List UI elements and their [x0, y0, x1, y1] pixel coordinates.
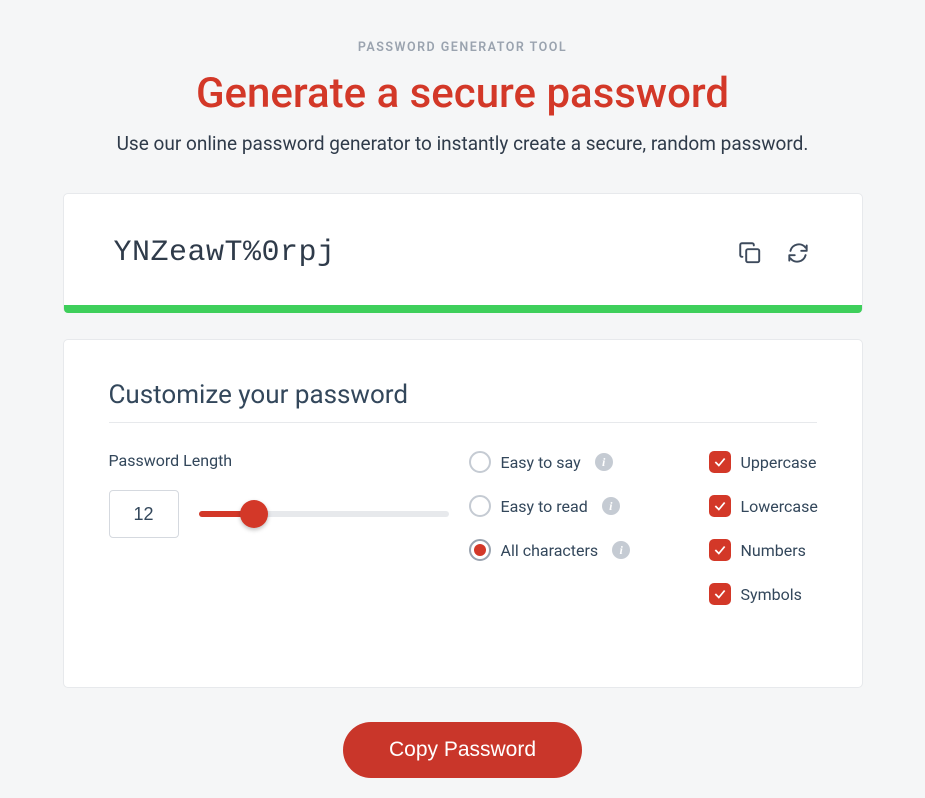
generated-password: YNZeawT%0rpj: [114, 236, 336, 270]
password-actions: [736, 239, 812, 267]
radio-label: Easy to read: [501, 497, 588, 516]
check-symbols[interactable]: Symbols: [709, 583, 818, 605]
copy-password-button[interactable]: Copy Password: [343, 722, 582, 778]
radio-circle-icon[interactable]: [469, 451, 491, 473]
slider-thumb[interactable]: [240, 500, 268, 528]
checkbox-icon[interactable]: [709, 495, 731, 517]
radio-all-characters[interactable]: All characters: [469, 539, 689, 561]
checkbox-icon[interactable]: [709, 539, 731, 561]
customize-title: Customize your password: [109, 380, 817, 423]
radio-easy-to-say[interactable]: Easy to say: [469, 451, 689, 473]
copy-icon[interactable]: [736, 239, 764, 267]
length-input[interactable]: [109, 490, 179, 538]
refresh-icon[interactable]: [784, 239, 812, 267]
length-slider[interactable]: [199, 499, 449, 529]
page-title: Generate a secure password: [196, 69, 729, 118]
mode-column: Easy to say Easy to read All characters: [469, 451, 689, 627]
check-label: Lowercase: [741, 497, 818, 516]
info-icon[interactable]: [595, 453, 613, 471]
password-display-card: YNZeawT%0rpj: [63, 193, 863, 313]
radio-label: All characters: [501, 541, 599, 560]
check-label: Numbers: [741, 541, 806, 560]
length-label: Password Length: [109, 451, 449, 470]
strength-bar: [64, 305, 862, 313]
radio-label: Easy to say: [501, 453, 581, 472]
checkbox-icon[interactable]: [709, 451, 731, 473]
check-label: Symbols: [741, 585, 802, 604]
check-lowercase[interactable]: Lowercase: [709, 495, 818, 517]
radio-circle-icon[interactable]: [469, 539, 491, 561]
check-uppercase[interactable]: Uppercase: [709, 451, 818, 473]
charset-column: Uppercase Lowercase Numbers: [709, 451, 818, 627]
radio-easy-to-read[interactable]: Easy to read: [469, 495, 689, 517]
check-label: Uppercase: [741, 453, 817, 472]
customize-card: Customize your password Password Length: [63, 339, 863, 688]
radio-circle-icon[interactable]: [469, 495, 491, 517]
checkbox-icon[interactable]: [709, 583, 731, 605]
check-numbers[interactable]: Numbers: [709, 539, 818, 561]
eyebrow-label: PASSWORD GENERATOR TOOL: [358, 40, 567, 55]
radio-dot-icon: [474, 544, 486, 556]
info-icon[interactable]: [602, 497, 620, 515]
info-icon[interactable]: [612, 541, 630, 559]
page-subtitle: Use our online password generator to ins…: [117, 132, 809, 155]
length-column: Password Length: [109, 451, 449, 627]
